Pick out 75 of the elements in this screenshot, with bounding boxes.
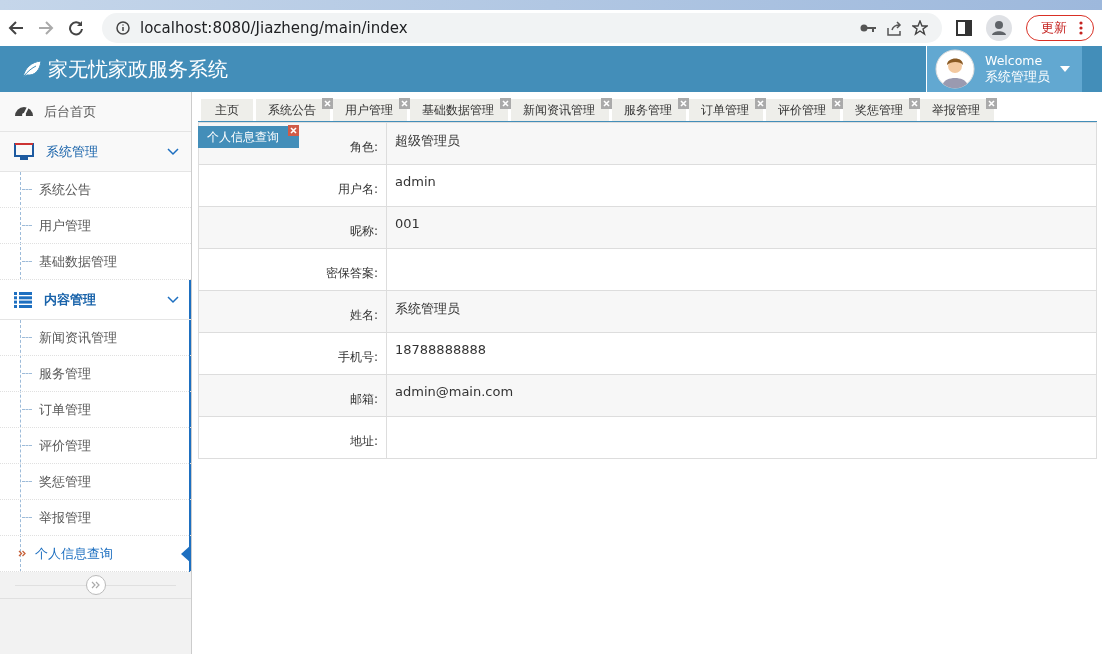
more-icon xyxy=(1079,21,1083,35)
field-value: 超级管理员 xyxy=(395,133,460,148)
tab[interactable]: 订单管理 xyxy=(689,99,763,121)
profile-icon[interactable] xyxy=(986,15,1012,41)
double-chevron-icon xyxy=(18,550,26,557)
tab[interactable]: 奖惩管理 xyxy=(843,99,917,121)
update-button[interactable]: 更新 xyxy=(1026,15,1094,41)
close-icon[interactable] xyxy=(500,98,511,109)
dashboard-icon xyxy=(14,106,34,117)
tab[interactable]: 新闻资讯管理 xyxy=(511,99,609,121)
avatar-icon xyxy=(935,49,975,89)
double-chevron-icon xyxy=(90,581,101,589)
tab[interactable]: 服务管理 xyxy=(612,99,686,121)
submenu-item[interactable]: 服务管理 xyxy=(0,356,191,392)
field-label: 姓名: xyxy=(349,308,378,322)
app-title: 家无忧家政服务系统 xyxy=(48,55,228,83)
list-icon xyxy=(14,291,32,308)
close-icon[interactable] xyxy=(909,98,920,109)
field-label: 密保答案: xyxy=(325,266,378,280)
chevron-icon xyxy=(167,147,179,156)
info-icon xyxy=(116,21,130,35)
submenu-item[interactable]: 评价管理 xyxy=(0,428,191,464)
monitor-icon xyxy=(14,142,34,161)
address-bar[interactable]: localhost:8080/Jiazheng/main/index xyxy=(102,13,942,43)
tab[interactable]: 系统公告 xyxy=(256,99,330,121)
collapse-button[interactable] xyxy=(85,575,106,595)
tab[interactable]: 用户管理 xyxy=(333,99,407,121)
submenu-item[interactable]: 新闻资讯管理 xyxy=(0,320,191,356)
close-icon[interactable] xyxy=(601,98,612,109)
submenu-item[interactable]: 个人信息查询 xyxy=(0,536,191,572)
close-icon[interactable] xyxy=(986,98,997,109)
side-panel-icon[interactable] xyxy=(956,20,972,36)
pointer-icon xyxy=(181,545,191,563)
tab[interactable]: 评价管理 xyxy=(766,99,840,121)
tab[interactable]: 举报管理 xyxy=(920,99,994,121)
submenu-item[interactable]: 系统公告 xyxy=(0,172,191,208)
field-value: admin@main.com xyxy=(395,384,514,399)
leaf-icon xyxy=(22,60,42,78)
close-icon[interactable] xyxy=(288,125,299,136)
submenu-item[interactable]: 举报管理 xyxy=(0,500,191,536)
welcome-text: Welcome xyxy=(985,53,1044,69)
tab[interactable]: 基础数据管理 xyxy=(410,99,508,121)
star-icon[interactable] xyxy=(912,20,928,36)
tab[interactable]: 主页 xyxy=(201,99,253,121)
menu-group[interactable]: 系统管理 xyxy=(0,132,191,172)
field-label: 地址: xyxy=(349,434,378,448)
close-icon[interactable] xyxy=(322,98,333,109)
field-label: 邮箱: xyxy=(349,392,378,406)
field-value: 系统管理员 xyxy=(395,301,460,316)
reload-icon[interactable] xyxy=(68,20,84,36)
key-icon[interactable] xyxy=(860,23,876,33)
field-label: 角色: xyxy=(349,140,378,154)
sidebar-item[interactable]: 后台首页 xyxy=(0,92,191,132)
submenu-item[interactable]: 奖惩管理 xyxy=(0,464,191,500)
forward-icon[interactable] xyxy=(38,20,54,36)
submenu-item[interactable]: 用户管理 xyxy=(0,208,191,244)
chevron-icon xyxy=(167,295,179,304)
close-icon[interactable] xyxy=(832,98,843,109)
url-text: localhost:8080/Jiazheng/main/index xyxy=(140,19,409,37)
tab[interactable]: 个人信息查询 xyxy=(198,126,299,148)
close-icon[interactable] xyxy=(399,98,410,109)
menu-group[interactable]: 内容管理 xyxy=(0,280,191,320)
caret-icon xyxy=(1060,66,1070,72)
user-name: 系统管理员 xyxy=(985,69,1050,85)
field-value: 001 xyxy=(395,216,420,231)
close-icon[interactable] xyxy=(678,98,689,109)
field-label: 昵称: xyxy=(349,224,378,238)
field-value: admin xyxy=(395,174,436,189)
field-value: 18788888888 xyxy=(395,342,486,357)
back-icon[interactable] xyxy=(8,20,24,36)
field-label: 手机号: xyxy=(337,350,378,364)
share-icon[interactable] xyxy=(886,20,902,36)
submenu-item[interactable]: 订单管理 xyxy=(0,392,191,428)
field-label: 用户名: xyxy=(337,182,378,196)
close-icon[interactable] xyxy=(755,98,766,109)
